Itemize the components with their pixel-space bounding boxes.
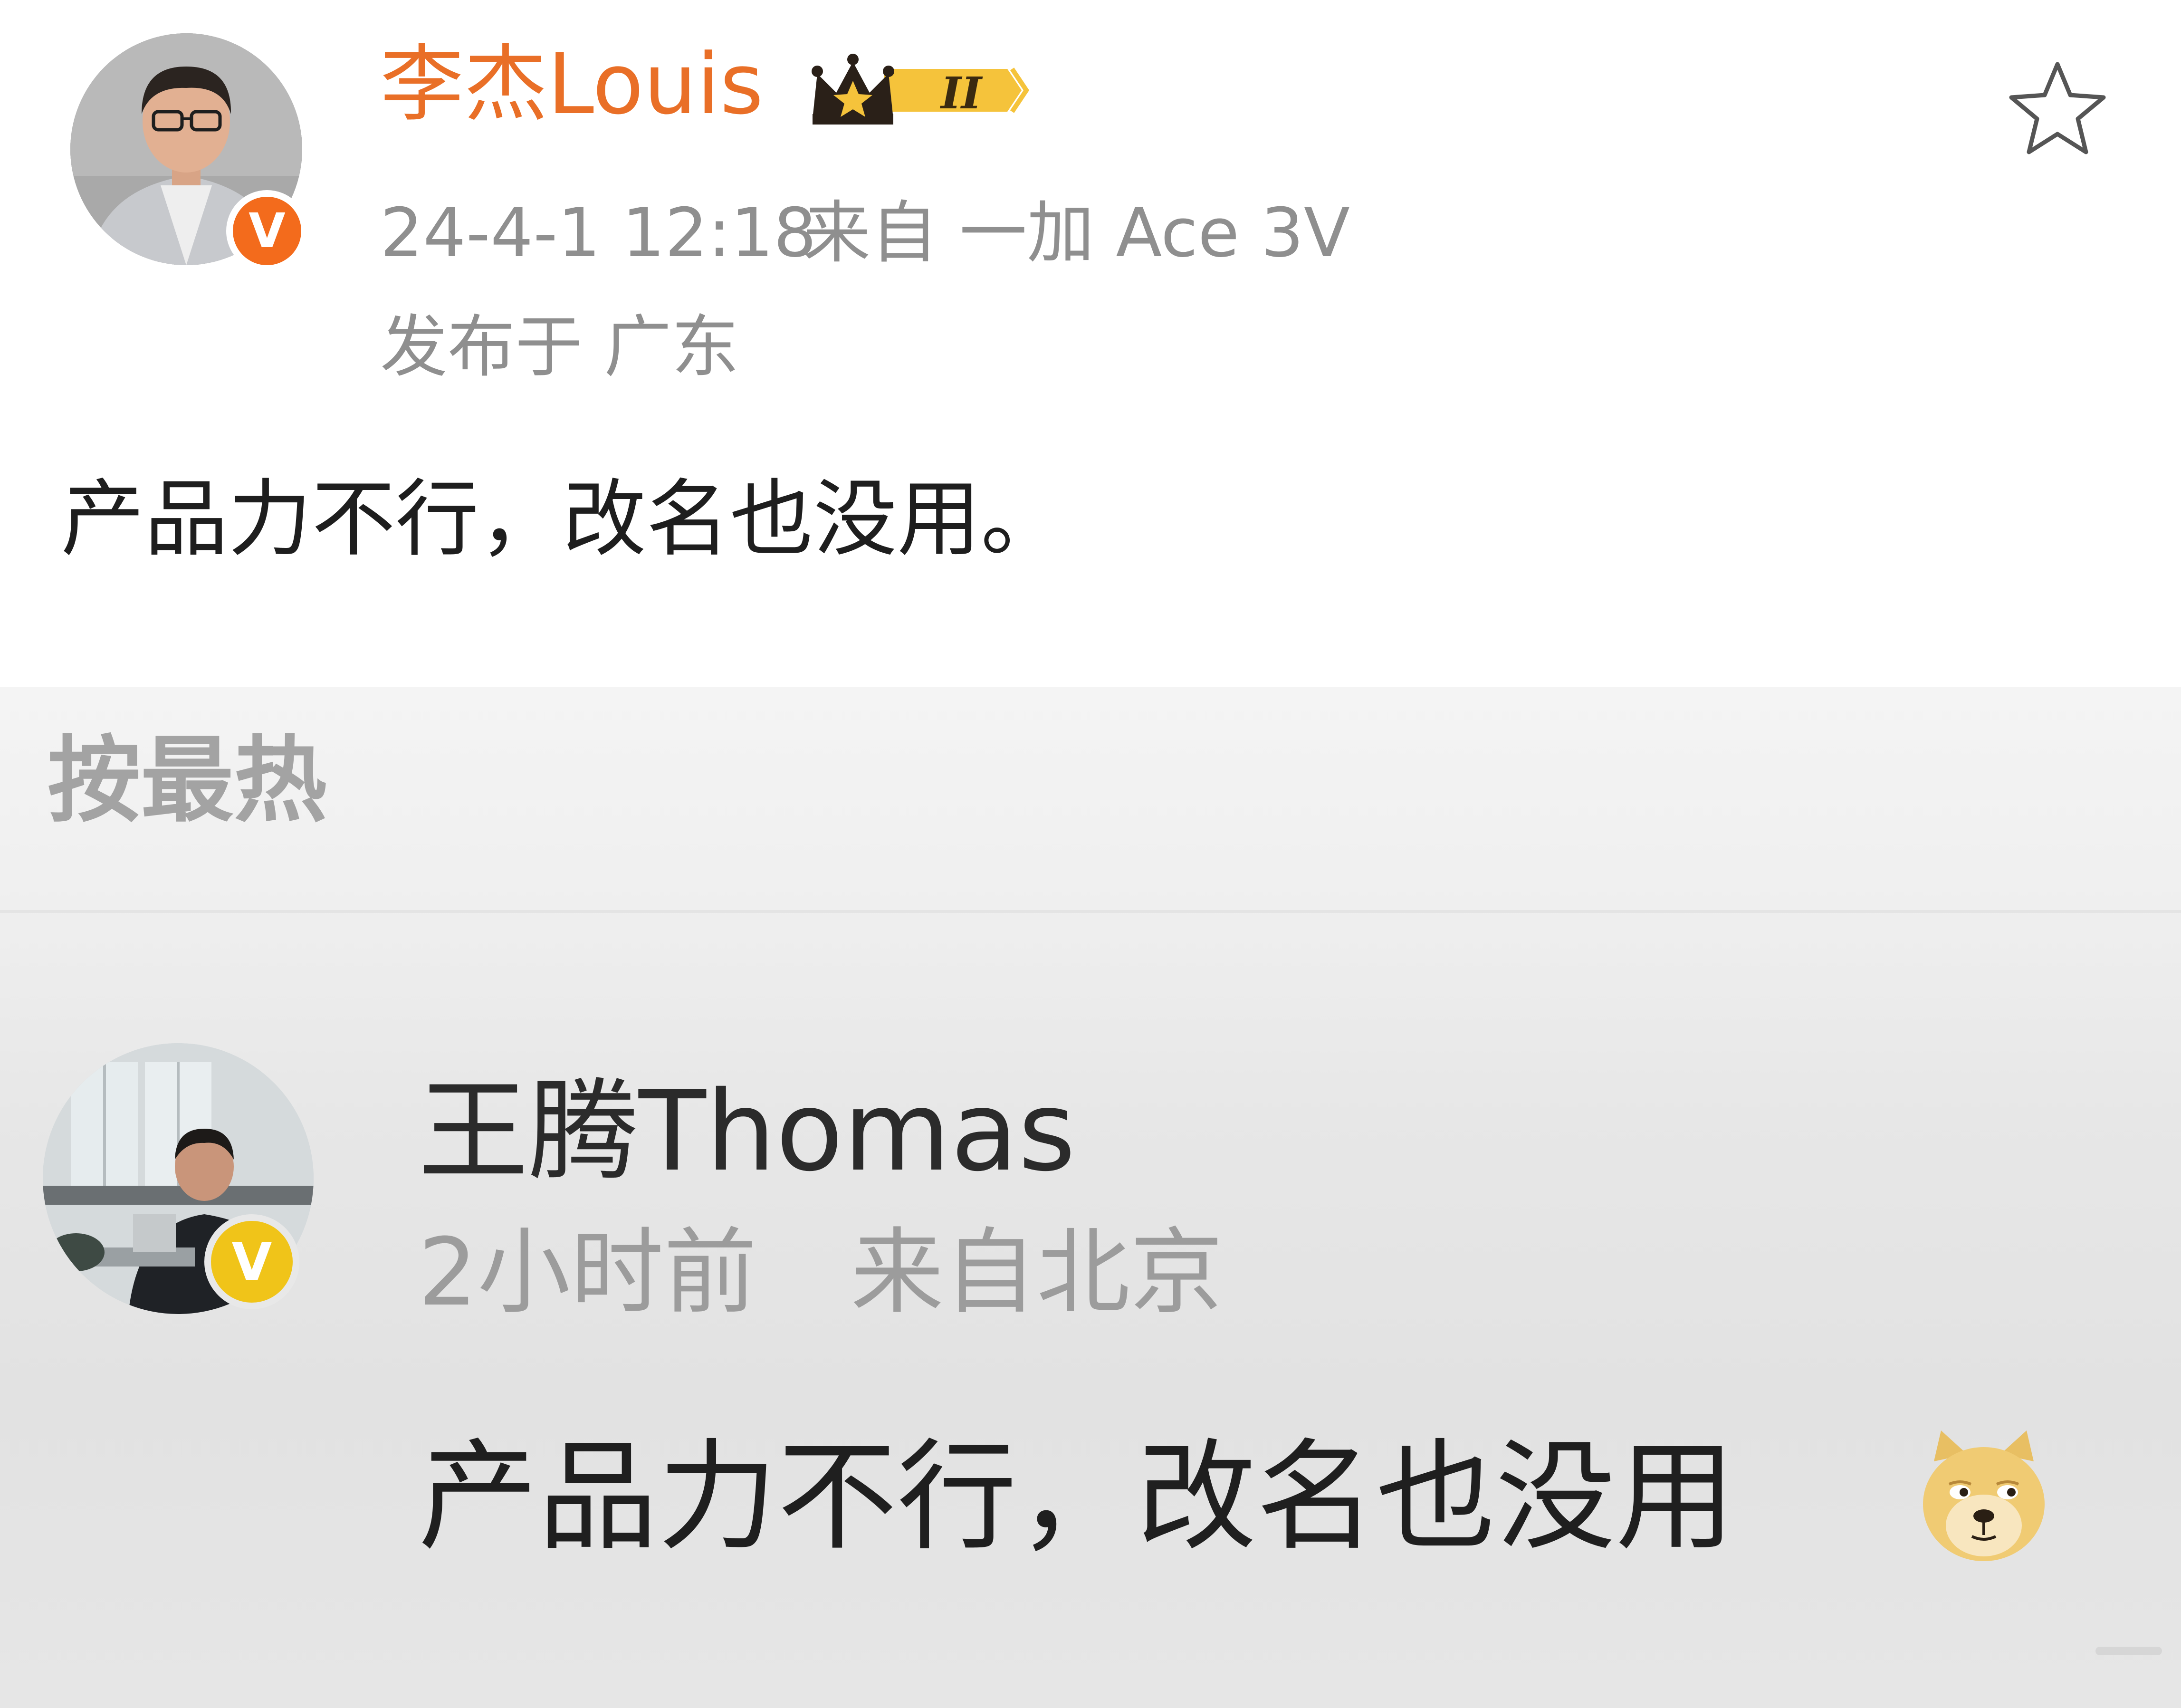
weibo-post: V 李杰Louis II 24-4-1 12:18 来自 一加 Ace 3V 发…	[0, 0, 2181, 687]
comment-location: 来自北京	[851, 1219, 1224, 1327]
commenter-username[interactable]: 王腾Thomas	[418, 1076, 1076, 1187]
comment-content: 产品力不行，改名也没用	[418, 1428, 1736, 1567]
sort-hot-button[interactable]: 按最热	[48, 734, 327, 827]
post-content: 产品力不行，改名也没用。	[61, 470, 1065, 568]
post-location: 发布于 广东	[380, 308, 739, 386]
post-time: 24-4-1 12:18	[380, 194, 817, 272]
crown-level-label: II	[941, 67, 982, 119]
comments-section: 按最热 V 王腾Thomas 2小时前 来自北京 产品力不行，改名也没用	[0, 687, 2181, 1708]
post-source: 来自 一加 Ace 3V	[803, 194, 1350, 272]
poster-username[interactable]: 李杰Louis	[380, 43, 764, 126]
doge-emoji-icon	[1923, 1430, 2045, 1561]
star-icon[interactable]	[2005, 57, 2110, 162]
verified-icon: V	[204, 1214, 299, 1309]
crown-icon[interactable]	[803, 48, 1041, 133]
comment-time: 2小时前	[418, 1219, 757, 1327]
scrollbar[interactable]	[2095, 1647, 2162, 1655]
verified-icon: V	[226, 190, 308, 272]
divider	[0, 910, 2181, 913]
